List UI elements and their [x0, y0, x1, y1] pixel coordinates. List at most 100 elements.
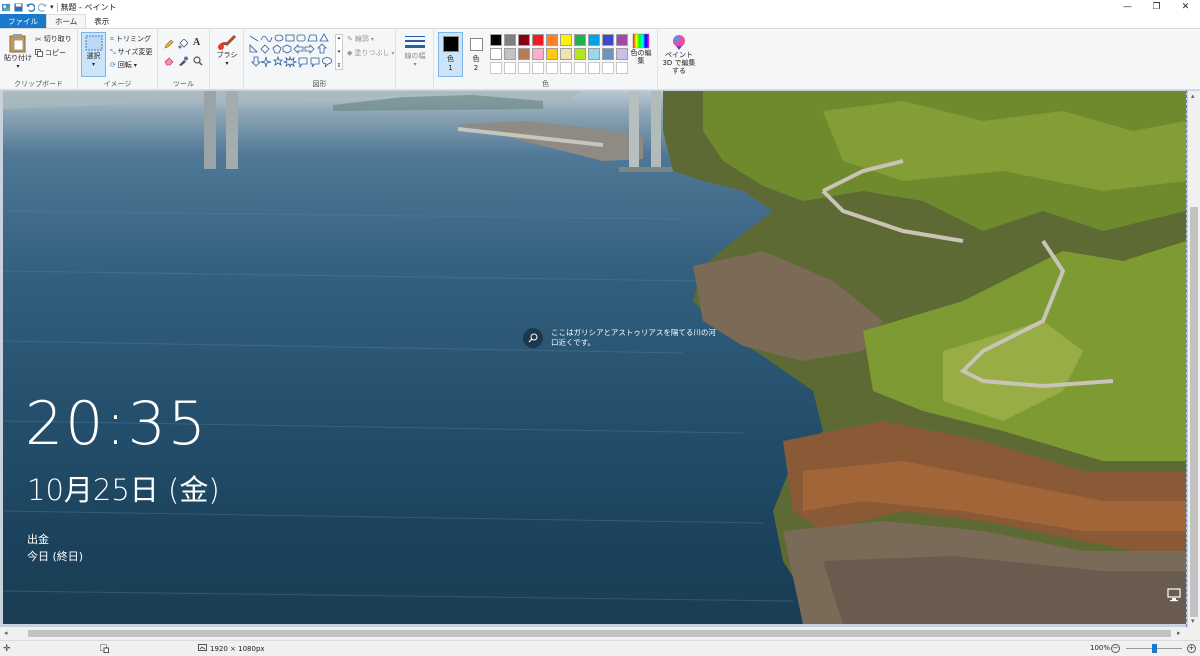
scroll-up-arrow[interactable]: ▴	[1191, 92, 1195, 100]
color-picker-icon[interactable]	[178, 56, 188, 66]
paint-app-icon	[2, 3, 11, 11]
palette-swatch[interactable]	[560, 48, 572, 60]
palette-swatch[interactable]	[518, 48, 530, 60]
color2-swatch	[469, 38, 483, 51]
custom-color-slot[interactable]	[616, 62, 628, 74]
palette-swatch[interactable]	[560, 34, 572, 46]
scroll-left-arrow[interactable]: ◂	[4, 629, 8, 637]
palette-swatch[interactable]	[504, 48, 516, 60]
palette-swatch[interactable]	[490, 34, 502, 46]
copy-button[interactable]: コピー	[35, 48, 66, 58]
color1-button[interactable]: 色 1	[438, 32, 463, 77]
paste-label: 貼り付け	[4, 54, 32, 62]
paint3d-button[interactable]: ペイント 3D で編集する	[660, 33, 698, 75]
fill-bucket-icon[interactable]	[178, 39, 188, 49]
outline-dropdown-icon[interactable]: ▾	[371, 36, 374, 43]
palette-swatch[interactable]	[588, 34, 600, 46]
horizontal-scroll-thumb[interactable]	[28, 630, 1171, 637]
select-dropdown-icon[interactable]: ▾	[92, 61, 95, 68]
size-button[interactable]: 線の幅 ▾	[401, 35, 429, 68]
minimize-button[interactable]: —	[1113, 0, 1142, 14]
palette-swatch[interactable]	[532, 48, 544, 60]
brush-button[interactable]: ブラシ ▾	[214, 34, 240, 67]
scroll-down-arrow[interactable]: ▾	[1191, 617, 1195, 625]
zoom-slider-thumb[interactable]	[1152, 644, 1157, 653]
calendar-event-detail: 今日 (終日)	[27, 550, 84, 563]
resize-button[interactable]: ⤡ サイズ変更	[110, 47, 152, 57]
palette-swatch[interactable]	[588, 48, 600, 60]
text-tool-icon[interactable]: A	[193, 37, 200, 48]
palette-swatch[interactable]	[490, 48, 502, 60]
tab-file[interactable]: ファイル	[0, 14, 46, 28]
canvas-area[interactable]: 20:35 10月25日 (金) 出金 今日 (終日) ここはガリシアとアストゥ…	[0, 90, 1200, 627]
custom-color-slot[interactable]	[588, 62, 600, 74]
palette-swatch[interactable]	[546, 34, 558, 46]
palette-swatch[interactable]	[602, 34, 614, 46]
select-button[interactable]: 選択 ▾	[81, 32, 106, 77]
color2-number: 2	[473, 64, 479, 72]
tab-home[interactable]: ホーム	[46, 14, 87, 28]
magnifier-icon[interactable]	[193, 56, 203, 66]
palette-swatch[interactable]	[616, 48, 628, 60]
custom-color-slot[interactable]	[518, 62, 530, 74]
custom-color-slot[interactable]	[574, 62, 586, 74]
palette-swatch[interactable]	[532, 34, 544, 46]
undo-icon[interactable]	[26, 2, 35, 12]
pencil-icon[interactable]	[164, 39, 174, 49]
fill-dropdown-icon[interactable]: ▾	[391, 50, 394, 57]
cut-button[interactable]: ✂ 切り取り	[35, 34, 72, 44]
shapes-group-label: 図形	[312, 80, 327, 88]
color2-button[interactable]: 色 2	[466, 35, 486, 72]
palette-swatch[interactable]	[574, 34, 586, 46]
tools-group-label: ツール	[173, 80, 194, 88]
eraser-icon[interactable]	[164, 56, 174, 66]
palette-swatch[interactable]	[518, 34, 530, 46]
vertical-scroll-thumb[interactable]	[1190, 207, 1198, 617]
edit-colors-label: 色の編集	[630, 49, 652, 65]
tab-view[interactable]: 表示	[86, 14, 117, 28]
size-dropdown-icon[interactable]: ▾	[413, 61, 416, 68]
paint3d-label: ペイント 3D で編集する	[662, 51, 696, 75]
palette-swatch[interactable]	[574, 48, 586, 60]
rotate-button[interactable]: ⟳ 回転 ▾	[110, 60, 137, 70]
image-group-label: イメージ	[103, 80, 132, 88]
close-button[interactable]: ✕	[1171, 0, 1200, 14]
zoom-out-button[interactable]: −	[1111, 644, 1120, 653]
edit-colors-button[interactable]: 色の編集	[628, 33, 654, 65]
redo-icon[interactable]	[38, 2, 47, 12]
brush-dropdown-icon[interactable]: ▾	[225, 60, 228, 67]
rotate-icon: ⟳	[110, 61, 116, 69]
vertical-scrollbar[interactable]: ▴ ▾	[1188, 91, 1200, 627]
title-divider	[56, 2, 58, 12]
paste-button[interactable]: 貼り付け ▾	[4, 33, 32, 70]
custom-color-slot[interactable]	[546, 62, 558, 74]
shapes-gallery-scroll[interactable]: ▴ ▾ ⊽	[335, 34, 343, 70]
shapes-gallery-icon[interactable]	[248, 33, 340, 71]
custom-color-slot[interactable]	[532, 62, 544, 74]
save-icon[interactable]	[14, 2, 23, 12]
palette-swatch[interactable]	[504, 34, 516, 46]
scroll-right-arrow[interactable]: ▸	[1177, 629, 1181, 637]
paste-dropdown-icon[interactable]: ▾	[16, 63, 19, 70]
palette-swatch[interactable]	[546, 48, 558, 60]
custom-color-slot[interactable]	[602, 62, 614, 74]
custom-color-slot[interactable]	[504, 62, 516, 74]
custom-color-slot[interactable]	[490, 62, 502, 74]
outline-button[interactable]: ✎ 輪郭 ▾	[347, 34, 374, 44]
customize-toolbar-icon[interactable]: ▾	[50, 3, 54, 11]
custom-color-slot[interactable]	[560, 62, 572, 74]
color1-swatch	[442, 36, 459, 52]
restore-button[interactable]: ❐	[1142, 0, 1171, 14]
canvas-resize-edge[interactable]	[1186, 90, 1187, 627]
rotate-dropdown-icon[interactable]: ▾	[134, 62, 137, 69]
zoom-in-button[interactable]: +	[1187, 644, 1196, 653]
palette-swatch[interactable]	[616, 34, 628, 46]
horizontal-scrollbar[interactable]: ◂ ▸	[0, 627, 1200, 640]
rotate-label: 回転	[117, 61, 132, 69]
palette-swatch[interactable]	[602, 48, 614, 60]
crop-button[interactable]: ⌗ トリミング	[110, 34, 151, 44]
window-controls: — ❐ ✕	[1113, 0, 1200, 14]
canvas-image[interactable]: 20:35 10月25日 (金) 出金 今日 (終日) ここはガリシアとアストゥ…	[3, 91, 1186, 624]
fill-button[interactable]: ◆ 塗りつぶし ▾	[347, 48, 394, 58]
fill-icon: ◆	[347, 49, 353, 57]
